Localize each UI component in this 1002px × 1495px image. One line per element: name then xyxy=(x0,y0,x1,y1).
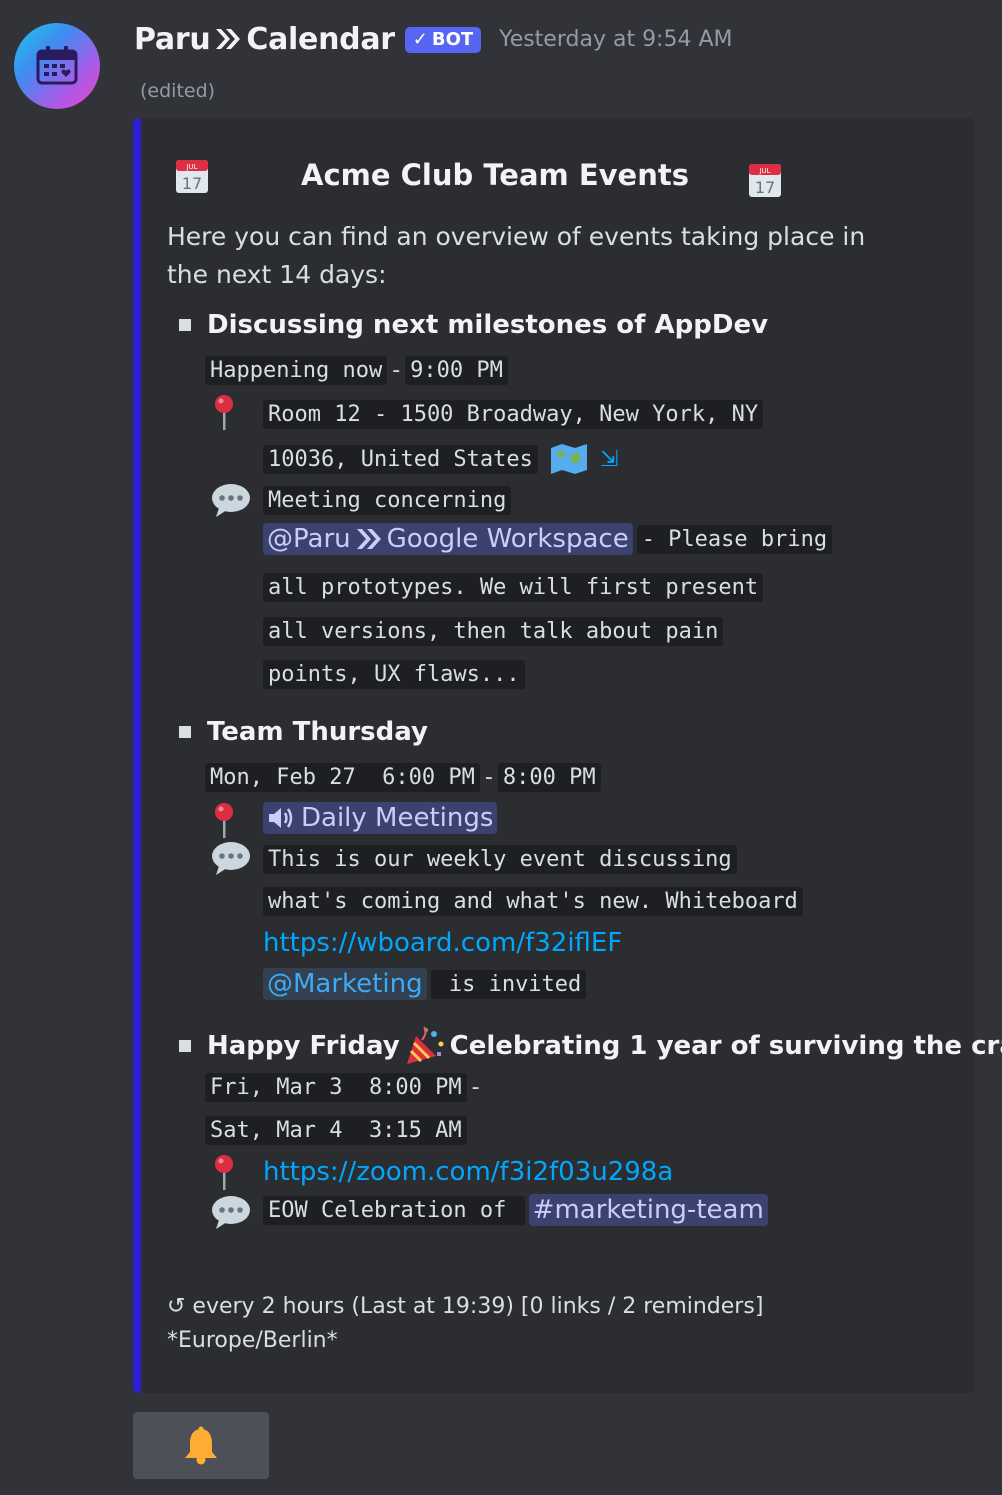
event-start: Fri, Mar 3 8:00 PM xyxy=(205,1073,467,1102)
event-title: Team Thursday xyxy=(207,717,428,747)
whiteboard-link[interactable]: https://wboard.com/f32iflEF xyxy=(263,928,622,958)
event-description-line: all versions, then talk about pain xyxy=(263,617,724,646)
reminder-button[interactable] xyxy=(133,1412,269,1479)
event-time: Sat, Mar 4 3:15 AM xyxy=(205,1116,467,1145)
role-mention[interactable]: @Marketing xyxy=(263,968,427,1000)
x-logo-icon xyxy=(216,29,241,49)
event-start: Mon, Feb 27 6:00 PM xyxy=(205,763,480,792)
event-description: Meeting concerning xyxy=(263,486,512,515)
username-part2: Calendar xyxy=(246,22,395,57)
event-title-row: Discussing next milestones of AppDev xyxy=(179,310,768,340)
event-description: is invited xyxy=(430,969,587,999)
svg-text:17: 17 xyxy=(755,178,775,197)
bullet xyxy=(179,1040,191,1052)
calendar-heart-icon xyxy=(36,46,78,85)
event-description-line: points, UX flaws... xyxy=(263,660,525,689)
embed-footer: ↺ every 2 hours (Last at 19:39) [0 links… xyxy=(167,1290,763,1358)
username-part1: Paru xyxy=(134,22,211,57)
channel-mention[interactable]: #marketing-team xyxy=(528,1194,768,1226)
mention-label-suffix: Google Workspace xyxy=(386,524,629,554)
x-logo-icon xyxy=(356,529,381,549)
event-description: points, UX flaws... xyxy=(263,660,525,689)
event-time: Fri, Mar 3 8:00 PM - xyxy=(205,1073,485,1102)
bullet xyxy=(179,726,191,738)
event-title: Happy Friday xyxy=(207,1031,400,1061)
event-description: EOW Celebration of xyxy=(263,1195,525,1225)
event-item: Happy Friday Celebrating 1 year of survi… xyxy=(179,1026,1002,1066)
round-pushpin-icon xyxy=(215,395,233,430)
event-description: all versions, then talk about pain xyxy=(263,617,724,646)
footer-timezone: *Europe/Berlin* xyxy=(167,1328,338,1353)
event-description-line: Meeting concerning xyxy=(263,486,512,515)
round-pushpin-icon xyxy=(215,803,233,838)
event-location-line2: 10036, United States ⇲ xyxy=(263,443,618,475)
embed-title: Acme Club Team Events xyxy=(301,158,689,192)
zoom-link[interactable]: https://zoom.com/f3i2f03u298a xyxy=(263,1157,673,1187)
bot-tag-label: BOT xyxy=(431,29,474,50)
channel-name: Daily Meetings xyxy=(301,803,494,833)
event-embed: JUL 17 Acme Club Team Events JUL 17 Here… xyxy=(133,118,1002,1393)
event-description: - Please bring xyxy=(636,524,833,554)
embed-title-row: JUL 17 Acme Club Team Events xyxy=(175,156,785,194)
event-location-line: https://zoom.com/f3i2f03u298a xyxy=(263,1157,673,1187)
bullet xyxy=(179,319,191,331)
event-description: all prototypes. We will first present xyxy=(263,573,764,602)
bot-tag: ✓ BOT xyxy=(404,26,482,53)
event-title: Discussing next milestones of AppDev xyxy=(207,310,769,340)
party-popper-icon xyxy=(406,1026,444,1064)
event-location-line: Daily Meetings xyxy=(263,802,498,834)
voice-channel-mention[interactable]: Daily Meetings xyxy=(263,802,498,834)
edited-label: (edited) xyxy=(140,80,216,102)
event-end: 8:00 PM xyxy=(497,763,601,792)
map-icon[interactable] xyxy=(550,443,588,475)
mention-label: @Paru xyxy=(267,524,351,554)
speech-balloon-icon xyxy=(212,842,250,875)
message-header: Paru Calendar ✓ BOT Yesterday at 9:54 AM xyxy=(134,22,733,57)
time-separator: - xyxy=(392,358,401,383)
event-description: what's coming and what's new. Whiteboard xyxy=(263,887,803,916)
timestamp[interactable]: Yesterday at 9:54 AM xyxy=(499,27,732,52)
calendar-icon: JUL 17 xyxy=(176,160,208,193)
time-separator: - xyxy=(471,1075,480,1100)
time-separator: - xyxy=(484,765,493,790)
event-item: Discussing next milestones of AppDev xyxy=(179,310,768,340)
username[interactable]: Paru Calendar xyxy=(134,22,395,57)
user-mention[interactable]: @Paru Google Workspace xyxy=(263,523,633,555)
footer-schedule: ↺ every 2 hours (Last at 19:39) [0 links… xyxy=(167,1294,764,1319)
event-description-line: This is our weekly event discussing xyxy=(263,845,737,874)
event-location-line1: Room 12 - 1500 Broadway, New York, NY xyxy=(263,400,764,429)
event-description-line: what's coming and what's new. Whiteboard xyxy=(263,887,803,916)
round-pushpin-icon xyxy=(215,1155,233,1190)
event-time: Mon, Feb 27 6:00 PM - 8:00 PM xyxy=(205,763,601,792)
arrow-down-right-icon[interactable]: ⇲ xyxy=(600,447,618,472)
event-description-line: all prototypes. We will first present xyxy=(263,573,764,602)
event-end: Sat, Mar 4 3:15 AM xyxy=(205,1116,467,1145)
bell-icon xyxy=(185,1426,217,1464)
event-description-line: EOW Celebration of #marketing-team xyxy=(263,1194,768,1226)
event-description-line: @Paru Google Workspace - Please bring xyxy=(263,523,833,555)
event-title-row: Happy Friday Celebrating 1 year of survi… xyxy=(179,1026,1002,1066)
event-item: Team Thursday xyxy=(179,717,428,747)
channel-name: #marketing-team xyxy=(532,1195,764,1225)
event-start: Happening now xyxy=(205,356,388,385)
speech-balloon-icon xyxy=(212,1196,250,1229)
event-description-line: @Marketing is invited xyxy=(263,968,587,1000)
bot-avatar[interactable] xyxy=(14,23,100,109)
event-location: Room 12 - 1500 Broadway, New York, NY xyxy=(263,400,764,429)
event-title-suffix: Celebrating 1 year of surviving the cras… xyxy=(449,1031,1002,1061)
event-description: This is our weekly event discussing xyxy=(263,845,737,874)
speaker-icon xyxy=(269,808,293,828)
calendar-icon: JUL 17 xyxy=(749,164,781,197)
svg-text:17: 17 xyxy=(182,174,202,193)
event-location: 10036, United States xyxy=(263,444,538,474)
verified-check-icon: ✓ xyxy=(412,29,428,50)
svg-text:JUL: JUL xyxy=(758,167,770,175)
svg-text:JUL: JUL xyxy=(185,163,197,171)
embed-description: Here you can find an overview of events … xyxy=(167,222,866,289)
event-time: Happening now - 9:00 PM xyxy=(205,356,508,385)
event-end: 9:00 PM xyxy=(405,356,508,385)
event-title-row: Team Thursday xyxy=(179,717,428,747)
speech-balloon-icon xyxy=(212,484,250,517)
event-description-line: https://wboard.com/f32iflEF xyxy=(263,928,622,958)
